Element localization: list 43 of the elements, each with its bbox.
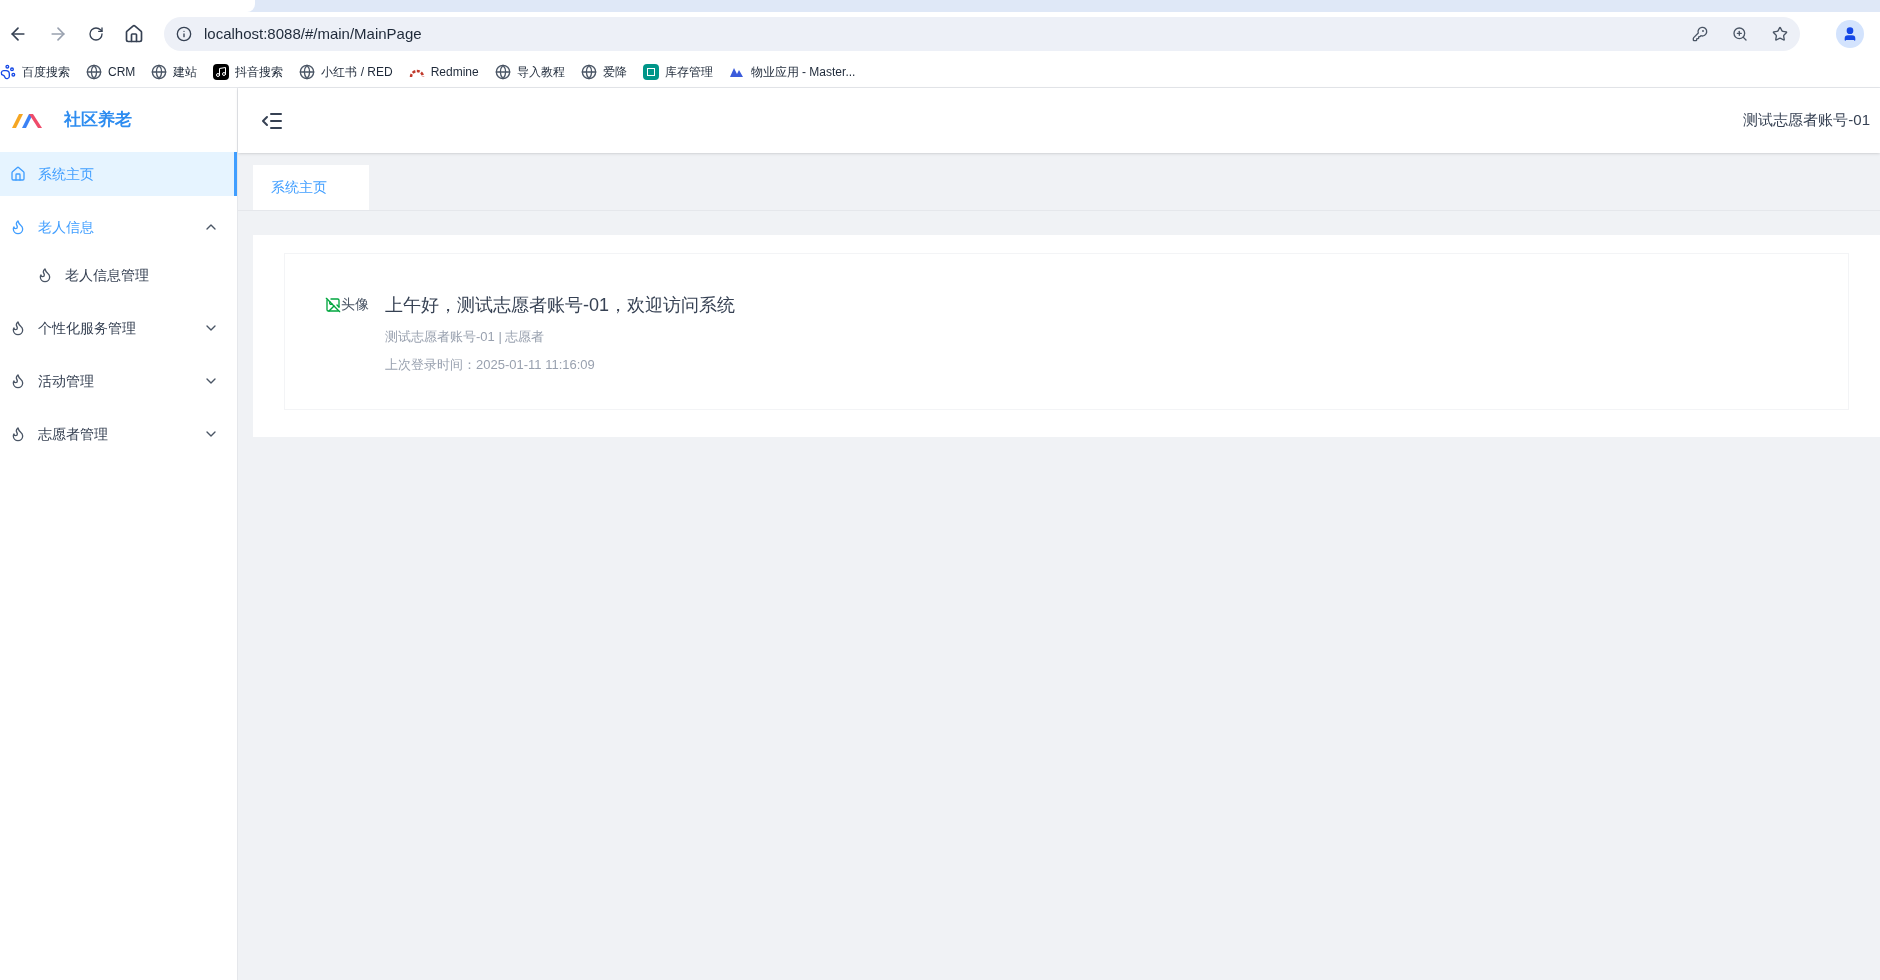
globe-icon [151, 63, 168, 80]
menu-item[interactable]: 志愿者管理 [0, 412, 237, 456]
bookmark[interactable]: 物业应用 - Master... [728, 62, 856, 81]
url-text: localhost:8088/#/main/MainPage [204, 23, 423, 44]
flame-icon [10, 320, 26, 336]
globe-icon [86, 63, 102, 80]
flame-icon [10, 426, 26, 442]
globe-icon [299, 63, 316, 80]
star-icon[interactable] [1772, 26, 1788, 42]
home-icon [10, 166, 26, 182]
last-login-text: 上次登录时间：2025-01-11 11:16:09 [385, 355, 596, 374]
reload-icon[interactable] [88, 26, 104, 42]
bookmark[interactable]: 建站 [151, 62, 198, 81]
greeting-text: 上午好，测试志愿者账号-01，欢迎访问系统 [385, 294, 735, 317]
globe-icon [494, 63, 511, 80]
globe-icon [580, 63, 597, 80]
menu-item[interactable]: 活动管理 [0, 359, 237, 403]
flame-icon [10, 373, 26, 389]
user-role-text: 测试志愿者账号-01 | 志愿者 [385, 328, 546, 346]
music-note-icon [213, 63, 230, 80]
info-icon[interactable] [176, 26, 192, 42]
paw-icon [0, 63, 16, 80]
flame-icon [10, 219, 26, 235]
bookmark[interactable]: Redmine [408, 62, 479, 81]
submenu-item[interactable]: 老人信息管理 [0, 253, 237, 297]
flame-icon [37, 267, 53, 283]
bookmark[interactable]: 导入教程 [494, 62, 565, 81]
user-name[interactable]: 测试志愿者账号-01 [1743, 109, 1870, 132]
broken-avatar-image: 头像 [325, 294, 369, 315]
key-icon[interactable] [1692, 26, 1708, 42]
bookmark[interactable]: 小红书 / RED [299, 62, 393, 81]
bookmark[interactable]: 爱降 [580, 62, 627, 81]
profile-icon[interactable] [1836, 20, 1864, 48]
bookmark[interactable]: CRM [86, 62, 136, 81]
address-bar[interactable]: localhost:8088/#/main/MainPage [164, 17, 1800, 51]
bookmark[interactable]: 抖音搜索 [213, 62, 284, 81]
zoom-icon[interactable] [1732, 26, 1748, 42]
spreadsheet-icon [642, 63, 659, 80]
menu-item[interactable]: 个性化服务管理 [0, 306, 237, 350]
bookmark[interactable]: 库存管理 [642, 62, 713, 81]
home-icon[interactable] [124, 24, 144, 44]
bookmark[interactable]: 百度搜索 [0, 62, 70, 81]
app-title: 社区养老 [64, 109, 132, 132]
